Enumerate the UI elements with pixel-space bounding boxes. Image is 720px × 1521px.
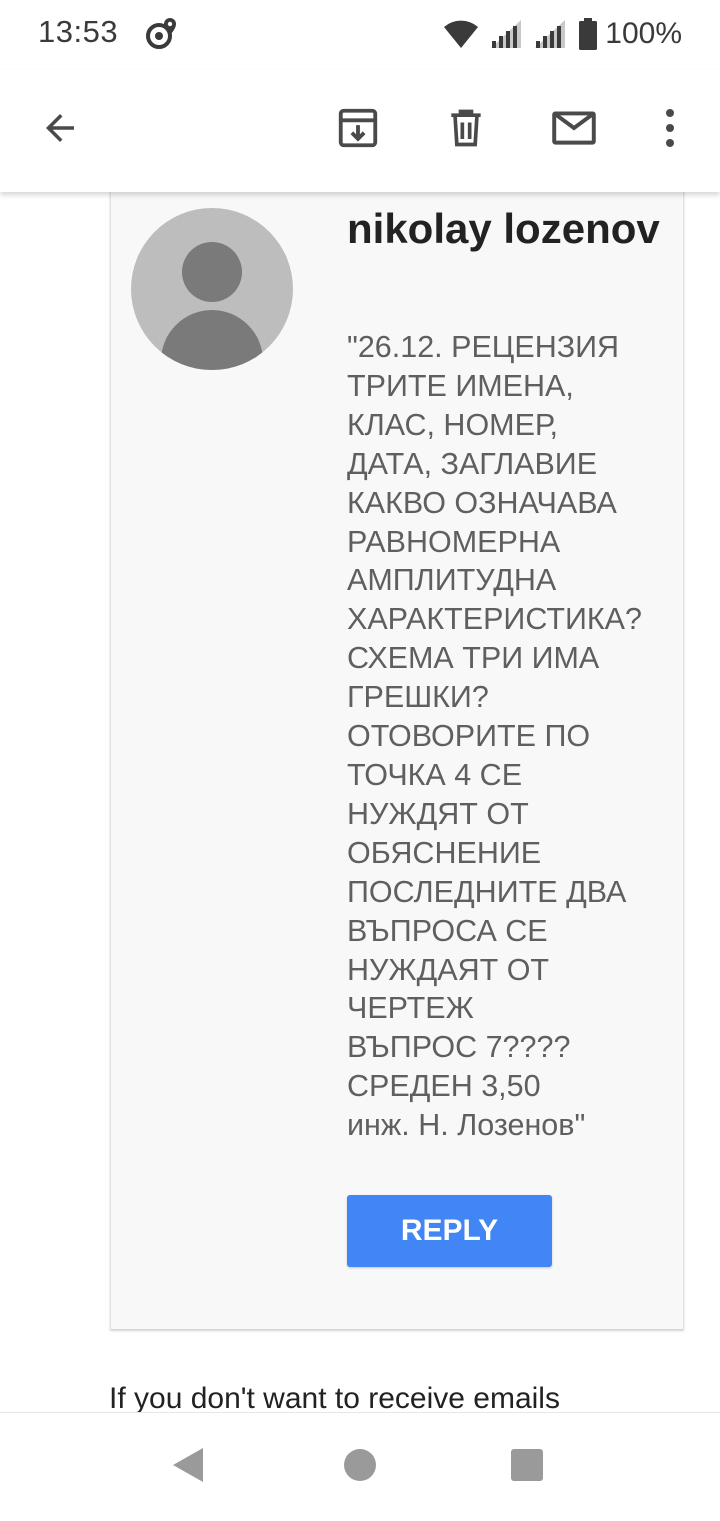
archive-icon	[335, 105, 381, 156]
status-time: 13:53	[38, 14, 119, 49]
signal-icon	[489, 19, 523, 49]
nav-home-button[interactable]	[334, 1441, 386, 1493]
reply-button[interactable]: REPLY	[347, 1195, 552, 1267]
message-body: "26.12. РЕЦЕНЗИЯ ТРИТЕ ИМЕНА, КЛАС, НОМЕ…	[347, 330, 642, 1143]
nav-back-button[interactable]	[162, 1441, 214, 1493]
email-content: nikolay lozenov "26.12. РЕЦЕНЗИЯ ТРИТЕ И…	[0, 192, 720, 1412]
sender-name: nikolay lozenov	[347, 205, 660, 252]
signal-icon	[533, 19, 567, 49]
status-bar: 13:53 100%	[0, 0, 720, 70]
mark-unread-button[interactable]	[542, 98, 606, 162]
nav-recents-button[interactable]	[501, 1441, 553, 1493]
avatar-head	[182, 242, 242, 302]
message-card: nikolay lozenov "26.12. РЕЦЕНЗИЯ ТРИТЕ И…	[110, 192, 684, 1329]
recents-square-icon	[510, 1448, 544, 1487]
more-vert-icon	[664, 108, 676, 153]
battery-percent: 100%	[605, 17, 682, 50]
back-button[interactable]	[28, 98, 92, 162]
delete-button[interactable]	[434, 98, 498, 162]
avatar-body	[161, 310, 263, 370]
archive-button[interactable]	[326, 98, 390, 162]
back-arrow-icon	[39, 107, 81, 154]
navigation-bar	[0, 1412, 720, 1521]
footer-text: If you don't want to receive emails	[109, 1382, 560, 1412]
wifi-icon	[443, 19, 479, 49]
status-icons: 100%	[443, 14, 682, 54]
home-circle-icon	[343, 1448, 377, 1487]
mail-icon	[549, 103, 599, 158]
location-icon	[144, 16, 180, 52]
back-triangle-icon	[171, 1446, 205, 1489]
delete-icon	[444, 106, 488, 155]
battery-icon	[579, 18, 598, 50]
more-options-button[interactable]	[638, 98, 702, 162]
top-toolbar	[0, 70, 720, 192]
avatar	[131, 208, 293, 370]
